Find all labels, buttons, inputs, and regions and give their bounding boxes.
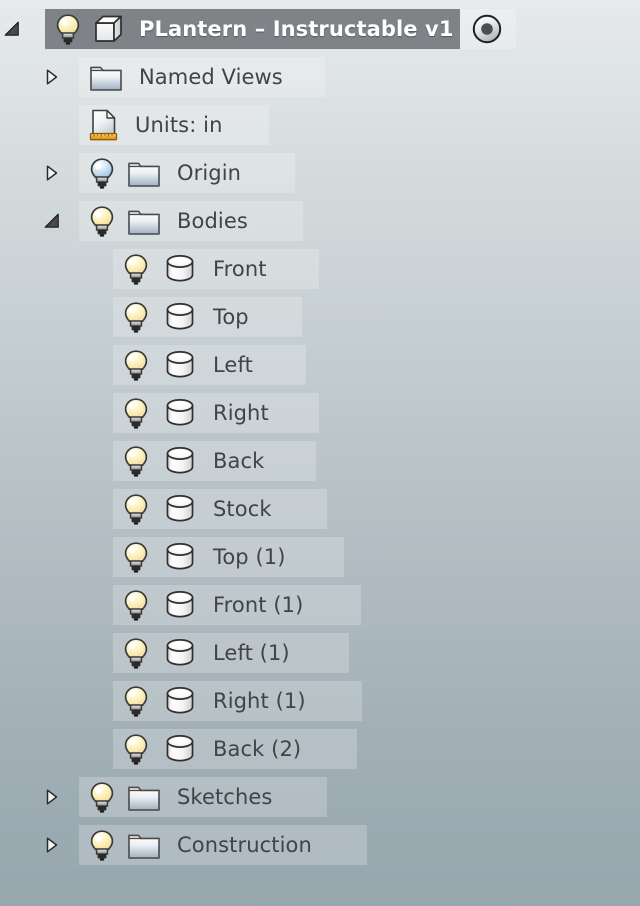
lightbulb-on-icon[interactable] xyxy=(121,732,151,766)
lightbulb-on-icon[interactable] xyxy=(121,588,151,622)
lightbulb-on-icon[interactable] xyxy=(121,636,151,670)
row-label-body-left-1: Left (1) xyxy=(213,641,290,665)
folder-icon xyxy=(127,830,161,860)
row-pill-bodies[interactable]: Bodies xyxy=(79,201,303,241)
tree-row-body-back-2[interactable]: Back (2) xyxy=(0,729,357,769)
row-label-body-front: Front xyxy=(213,257,267,281)
chevron-right-icon[interactable] xyxy=(42,835,62,855)
chevron-right-icon[interactable] xyxy=(42,787,62,807)
tree-row-body-front-1[interactable]: Front (1) xyxy=(0,585,361,625)
lightbulb-on-icon[interactable] xyxy=(121,492,151,526)
row-label-bodies: Bodies xyxy=(177,209,248,233)
folder-icon xyxy=(127,206,161,236)
tree-row-body-back[interactable]: Back xyxy=(0,441,316,481)
row-label-body-stock: Stock xyxy=(213,497,272,521)
document-ruler-icon xyxy=(89,108,119,142)
lightbulb-on-icon[interactable] xyxy=(121,300,151,334)
lightbulb-on-icon[interactable] xyxy=(87,204,117,238)
cube-icon xyxy=(93,13,125,45)
tree-row-origin[interactable]: Origin xyxy=(0,153,295,193)
lightbulb-on-icon[interactable] xyxy=(53,12,83,46)
lightbulb-off-icon[interactable] xyxy=(87,156,117,190)
row-pill-origin[interactable]: Origin xyxy=(79,153,295,193)
row-pill-body-front[interactable]: Front xyxy=(113,249,319,289)
tree-row-body-stock[interactable]: Stock xyxy=(0,489,327,529)
row-pill-body-front-1[interactable]: Front (1) xyxy=(113,585,361,625)
chevron-right-icon[interactable] xyxy=(42,163,62,183)
row-label-body-back: Back xyxy=(213,449,265,473)
tree-row-root[interactable]: PLantern – Instructable v1 xyxy=(0,9,516,49)
tree-row-body-top-1[interactable]: Top (1) xyxy=(0,537,344,577)
row-pill-body-top[interactable]: Top xyxy=(113,297,302,337)
row-pill-sketches[interactable]: Sketches xyxy=(79,777,327,817)
lightbulb-on-icon[interactable] xyxy=(121,684,151,718)
row-label-sketches: Sketches xyxy=(177,785,273,809)
activate-component-icon[interactable] xyxy=(470,12,504,46)
chevron-down-icon[interactable] xyxy=(42,211,62,231)
row-label-body-top: Top xyxy=(213,305,249,329)
row-label-body-right-1: Right (1) xyxy=(213,689,306,713)
row-pill-body-top-1[interactable]: Top (1) xyxy=(113,537,344,577)
tree-row-body-left[interactable]: Left xyxy=(0,345,306,385)
root-label: PLantern – Instructable v1 xyxy=(139,17,454,41)
tree-row-body-front[interactable]: Front xyxy=(0,249,319,289)
chevron-down-icon[interactable] xyxy=(2,19,22,39)
row-pill-body-back[interactable]: Back xyxy=(113,441,316,481)
body-icon xyxy=(163,733,197,765)
body-icon xyxy=(163,493,197,525)
row-label-body-front-1: Front (1) xyxy=(213,593,304,617)
row-pill-body-back-2[interactable]: Back (2) xyxy=(113,729,357,769)
tree-row-body-right[interactable]: Right xyxy=(0,393,319,433)
row-pill-body-stock[interactable]: Stock xyxy=(113,489,327,529)
lightbulb-on-icon[interactable] xyxy=(121,252,151,286)
body-icon xyxy=(163,445,197,477)
root-row-pill[interactable]: PLantern – Instructable v1 xyxy=(45,9,460,49)
row-label-named-views: Named Views xyxy=(139,65,283,89)
tree-row-body-top[interactable]: Top xyxy=(0,297,302,337)
folder-icon xyxy=(127,158,161,188)
chevron-right-icon[interactable] xyxy=(42,67,62,87)
folder-icon xyxy=(127,782,161,812)
body-icon xyxy=(163,685,197,717)
body-icon xyxy=(163,637,197,669)
body-icon xyxy=(163,397,197,429)
tree-row-units[interactable]: Units: in xyxy=(0,105,269,145)
row-label-body-right: Right xyxy=(213,401,269,425)
row-label-body-left: Left xyxy=(213,353,253,377)
body-icon xyxy=(163,253,197,285)
lightbulb-on-icon[interactable] xyxy=(121,444,151,478)
row-pill-units[interactable]: Units: in xyxy=(79,105,269,145)
row-pill-named-views[interactable]: Named Views xyxy=(79,57,325,97)
tree-row-named-views[interactable]: Named Views xyxy=(0,57,325,97)
lightbulb-on-icon[interactable] xyxy=(121,540,151,574)
body-icon xyxy=(163,589,197,621)
row-pill-body-right[interactable]: Right xyxy=(113,393,319,433)
row-label-construction: Construction xyxy=(177,833,312,857)
row-label-body-back-2: Back (2) xyxy=(213,737,302,761)
row-label-origin: Origin xyxy=(177,161,242,185)
tree-row-body-left-1[interactable]: Left (1) xyxy=(0,633,349,673)
body-icon xyxy=(163,349,197,381)
row-pill-body-left[interactable]: Left xyxy=(113,345,306,385)
lightbulb-on-icon[interactable] xyxy=(121,396,151,430)
lightbulb-on-icon[interactable] xyxy=(121,348,151,382)
row-label-body-top-1: Top (1) xyxy=(213,545,286,569)
row-pill-body-right-1[interactable]: Right (1) xyxy=(113,681,362,721)
lightbulb-on-icon[interactable] xyxy=(87,828,117,862)
lightbulb-on-icon[interactable] xyxy=(87,780,117,814)
body-icon xyxy=(163,301,197,333)
tree-row-body-right-1[interactable]: Right (1) xyxy=(0,681,362,721)
browser-tree-panel: PLantern – Instructable v1 Named Views Uni… xyxy=(0,0,640,906)
row-pill-construction[interactable]: Construction xyxy=(79,825,367,865)
root-row-tail xyxy=(459,9,516,49)
folder-icon xyxy=(89,62,123,92)
tree-row-sketches[interactable]: Sketches xyxy=(0,777,327,817)
row-pill-body-left-1[interactable]: Left (1) xyxy=(113,633,349,673)
body-icon xyxy=(163,541,197,573)
tree-row-construction[interactable]: Construction xyxy=(0,825,367,865)
tree-row-bodies[interactable]: Bodies xyxy=(0,201,303,241)
row-label-units: Units: in xyxy=(135,113,223,137)
